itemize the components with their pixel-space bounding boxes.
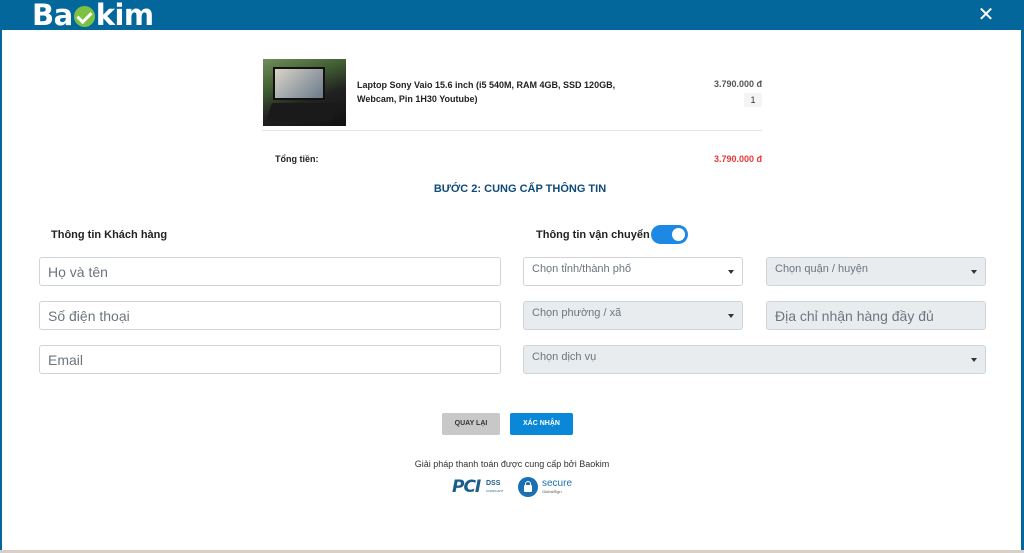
cart-divider — [262, 130, 762, 131]
back-button[interactable]: QUAY LẠI — [442, 413, 500, 435]
address-input[interactable] — [766, 301, 986, 330]
secure-globalsign-logo: secure GlobalSign — [518, 477, 576, 497]
province-select[interactable]: Chọn tỉnh/thành phố — [523, 257, 743, 286]
toggle-knob — [672, 228, 685, 241]
total-label: Tổng tiền: — [275, 154, 319, 164]
chevron-down-icon — [971, 358, 977, 362]
product-image — [263, 59, 346, 126]
header-bar: Ba kim ✕ — [0, 0, 1024, 32]
product-price: 3.790.000 đ — [713, 79, 762, 89]
shipping-section-title: Thông tin vận chuyển — [536, 229, 650, 241]
chevron-down-icon — [728, 314, 734, 318]
check-icon — [73, 6, 95, 27]
total-value: 3.790.000 đ — [713, 154, 762, 164]
pci-dss-logo: PCI DSS COMPLIANT — [452, 477, 504, 497]
full-name-input[interactable] — [39, 257, 501, 286]
product-name: Laptop Sony Vaio 15.6 inch (i5 540M, RAM… — [357, 80, 616, 104]
service-select-value: Chọn dịch vụ — [532, 351, 597, 363]
district-select[interactable]: Chọn quận / huyện — [766, 257, 986, 286]
district-select-value: Chọn quận / huyện — [775, 263, 868, 275]
step-title: BƯỚC 2: CUNG CẤP THÔNG TIN — [433, 183, 607, 195]
close-icon[interactable]: ✕ — [976, 4, 996, 24]
chevron-down-icon — [971, 270, 977, 274]
product-quantity: 1 — [744, 93, 762, 107]
ward-select-value: Chọn phường / xã — [532, 307, 622, 319]
confirm-button[interactable]: XÁC NHẬN — [510, 413, 573, 435]
provided-by-text: Giải pháp thanh toán được cung cấp bởi B… — [414, 459, 610, 469]
chevron-down-icon — [728, 270, 734, 274]
modal-frame-left — [0, 30, 2, 550]
email-input[interactable] — [39, 345, 501, 374]
ward-select[interactable]: Chọn phường / xã — [523, 301, 743, 330]
service-select[interactable]: Chọn dịch vụ — [523, 345, 986, 374]
baokim-logo: Ba kim — [32, 0, 154, 32]
province-select-value: Chọn tỉnh/thành phố — [532, 263, 632, 275]
lock-icon — [524, 485, 532, 492]
phone-input[interactable] — [39, 301, 501, 330]
shipping-toggle[interactable] — [651, 225, 688, 244]
customer-section-title: Thông tin Khách hàng — [51, 229, 168, 241]
